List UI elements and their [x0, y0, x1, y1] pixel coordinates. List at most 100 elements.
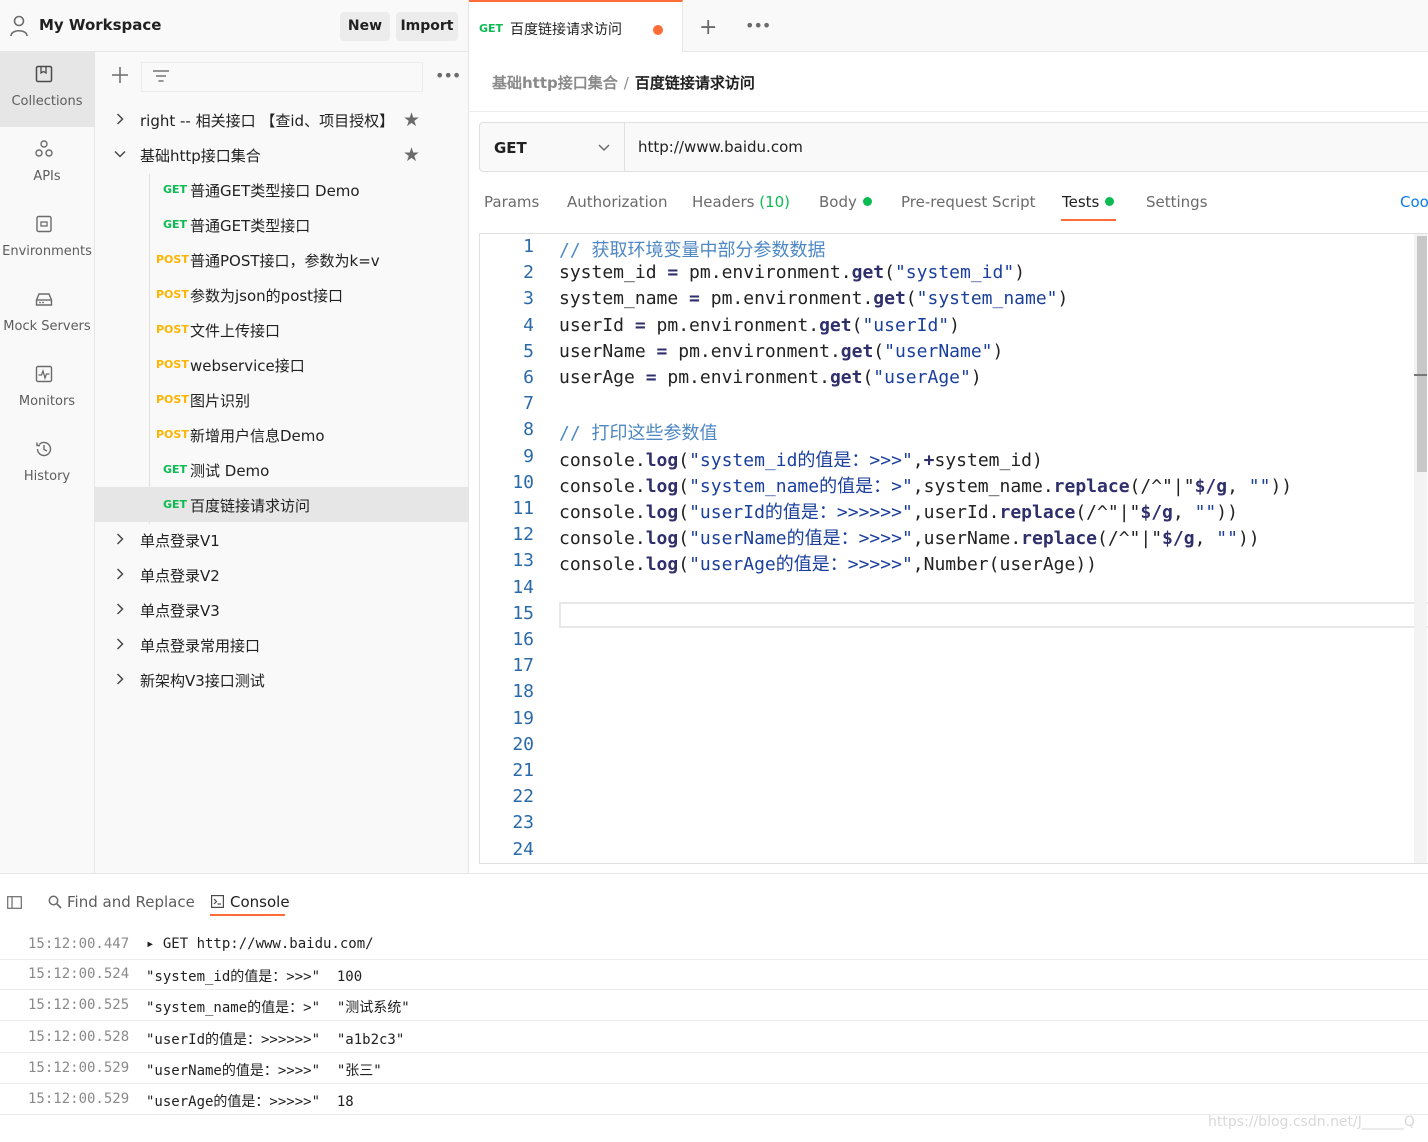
code-editor[interactable]: 1 2 3 4 5 6 7 8 9 10 11 12 13 14 15 16 17 18 19 20 21 22 23 24 … — [479, 233, 1428, 864]
line-number: 17 — [512, 655, 534, 677]
breadcrumb-parent[interactable]: 基础http接口集合 — [492, 74, 618, 92]
tree-folder[interactable]: 单点登录V2 — [95, 557, 468, 592]
tab-tests-label: Tests — [1062, 193, 1100, 211]
chevron-right-icon[interactable] — [114, 673, 126, 685]
code-token: log — [645, 502, 679, 523]
tree-request[interactable]: POST 文件上传接口 — [95, 312, 468, 347]
method-badge: GET — [163, 463, 188, 476]
tab-body-label: Body — [819, 193, 857, 211]
tree-request[interactable]: GET 百度链接请求访问 — [95, 487, 468, 522]
plus-icon[interactable] — [111, 66, 129, 84]
tab-headers[interactable]: Headers (10) — [692, 193, 790, 211]
tree-folder[interactable]: 基础http接口集合 ★ — [95, 137, 468, 172]
folder-label: right -- 相关接口 【查id、项目授权】 — [140, 112, 395, 130]
tree-request[interactable]: POST 图片识别 — [95, 382, 468, 417]
console-log-row[interactable]: 15:12:00.447 ▸ GET http://www.baidu.com/ — [0, 929, 1428, 960]
line-number: 13 — [512, 550, 534, 572]
request-label: 新增用户信息Demo — [190, 427, 325, 445]
tree-request[interactable]: POST 普通POST接口，参数为k=v — [95, 242, 468, 277]
tab-authorization[interactable]: Authorization — [567, 193, 667, 211]
rail-item-apis[interactable]: APIs — [0, 127, 94, 202]
console-log-row[interactable]: 15:12:00.529 "userAge的值是：>>>>>" 18 — [0, 1084, 1428, 1115]
method-badge: GET — [163, 183, 188, 196]
rail-item-environments[interactable]: Environments — [0, 202, 94, 277]
rail-item-history[interactable]: History — [0, 427, 94, 502]
line-number: 24 — [512, 838, 534, 860]
code-token: ( — [884, 262, 895, 284]
code-token: "userAge的值是：>>>>>" — [689, 554, 913, 576]
console-log-row[interactable]: 15:12:00.524 "system_id的值是：>>>" 100 — [0, 959, 1428, 990]
tree-folder[interactable]: 单点登录V3 — [95, 592, 468, 627]
url-input[interactable]: http://www.baidu.com — [638, 138, 803, 156]
tab-body[interactable]: Body — [819, 193, 872, 211]
folder-label: 单点登录V1 — [140, 532, 220, 550]
collections-panel: ••• right -- 相关接口 【查id、项目授权】 ★ 基础http接口集合 ★… — [95, 52, 469, 874]
rail-item-collections[interactable]: Collections — [0, 52, 94, 127]
code-line: console.log("system_name的值是：>",system_na… — [559, 472, 1292, 498]
tab-params[interactable]: Params — [484, 193, 539, 211]
chevron-right-icon[interactable] — [114, 113, 126, 125]
find-replace-button[interactable]: Find and Replace — [48, 893, 195, 911]
search-icon — [48, 895, 62, 909]
more-icon[interactable]: ••• — [745, 16, 771, 35]
console-log-row[interactable]: 15:12:00.529 "userName的值是：>>>>" "张三" — [0, 1053, 1428, 1084]
tree-request[interactable]: POST 新增用户信息Demo — [95, 417, 468, 452]
chevron-right-icon[interactable] — [114, 603, 126, 615]
console-log-row[interactable]: 15:12:00.525 "system_name的值是：>" "测试系统" — [0, 990, 1428, 1021]
log-timestamp: 15:12:00.447 — [28, 936, 130, 952]
chevron-right-icon[interactable] — [114, 568, 126, 580]
tab-title: 百度链接请求访问 — [510, 22, 622, 38]
code-token: get — [819, 314, 852, 336]
tree-request[interactable]: GET 普通GET类型接口 Demo — [95, 172, 468, 207]
tree-folder[interactable]: 单点登录V1 — [95, 522, 468, 557]
method-select[interactable]: GET — [480, 123, 625, 171]
monitors-icon — [35, 365, 53, 383]
star-icon[interactable]: ★ — [403, 144, 420, 166]
log-timestamp: 15:12:00.525 — [28, 997, 130, 1013]
code-line: userAge = pm.environment.get("userAge") — [559, 367, 982, 388]
user-icon[interactable] — [9, 15, 29, 37]
new-tab-icon[interactable]: + — [699, 15, 717, 40]
tree-request[interactable]: GET 测试 Demo — [95, 452, 468, 487]
rail-item-monitors[interactable]: Monitors — [0, 352, 94, 427]
tree-folder[interactable]: 新架构V3接口测试 — [95, 662, 468, 697]
console-button[interactable]: Console — [211, 893, 290, 911]
folder-label: 新架构V3接口测试 — [140, 672, 265, 690]
code-token: )) — [1270, 475, 1293, 497]
tree-folder[interactable]: 单点登录常用接口 — [95, 627, 468, 662]
tree-request[interactable]: POST 参数为json的post接口 — [95, 277, 468, 312]
log-timestamp: 15:12:00.529 — [28, 1091, 130, 1107]
workspace-title[interactable]: My Workspace — [39, 16, 161, 34]
tab-request[interactable]: GET 百度链接请求访问 — [469, 0, 683, 52]
scrollbar-thumb[interactable] — [1417, 236, 1427, 472]
star-icon[interactable]: ★ — [403, 109, 420, 131]
cookies-link[interactable]: Coo — [1400, 193, 1428, 211]
console-log-row[interactable]: 15:12:00.528 "userId的值是：>>>>>>" "a1b2c3" — [0, 1022, 1428, 1053]
toggle-sidebar-icon[interactable] — [7, 896, 22, 909]
breadcrumb-current[interactable]: 百度链接请求访问 — [635, 74, 755, 92]
unsaved-dot-icon[interactable] — [653, 25, 663, 35]
log-timestamp: 15:12:00.528 — [28, 1029, 130, 1045]
code-token: pm.environment. — [656, 367, 830, 388]
code-token: "userId的值是：>>>>>>" — [689, 502, 913, 523]
rail-item-mock-servers[interactable]: Mock Servers — [0, 277, 94, 352]
line-number: 9 — [523, 445, 534, 467]
new-button[interactable]: New — [340, 12, 390, 41]
code-token: ,userId. — [912, 502, 1000, 523]
tree-request[interactable]: POST webservice接口 — [95, 347, 468, 382]
tab-pre-request-script[interactable]: Pre-request Script — [901, 193, 1036, 211]
import-button[interactable]: Import — [396, 12, 458, 41]
code-token: ,system_name. — [912, 475, 1054, 497]
editor-scrollbar[interactable] — [1414, 234, 1427, 863]
tree-folder[interactable]: right -- 相关接口 【查id、项目授权】 ★ — [95, 102, 468, 137]
more-icon[interactable]: ••• — [435, 66, 461, 85]
tree-request[interactable]: GET 普通GET类型接口 — [95, 207, 468, 242]
tab-settings[interactable]: Settings — [1146, 193, 1208, 211]
tab-tests[interactable]: Tests — [1062, 193, 1115, 211]
chevron-down-icon[interactable] — [114, 148, 126, 160]
filter-input[interactable] — [141, 62, 423, 92]
chevron-right-icon[interactable] — [114, 533, 126, 545]
request-label: 百度链接请求访问 — [190, 497, 311, 515]
chevron-right-icon[interactable] — [114, 638, 126, 650]
code-line: // 打印这些参数值 — [559, 419, 718, 445]
